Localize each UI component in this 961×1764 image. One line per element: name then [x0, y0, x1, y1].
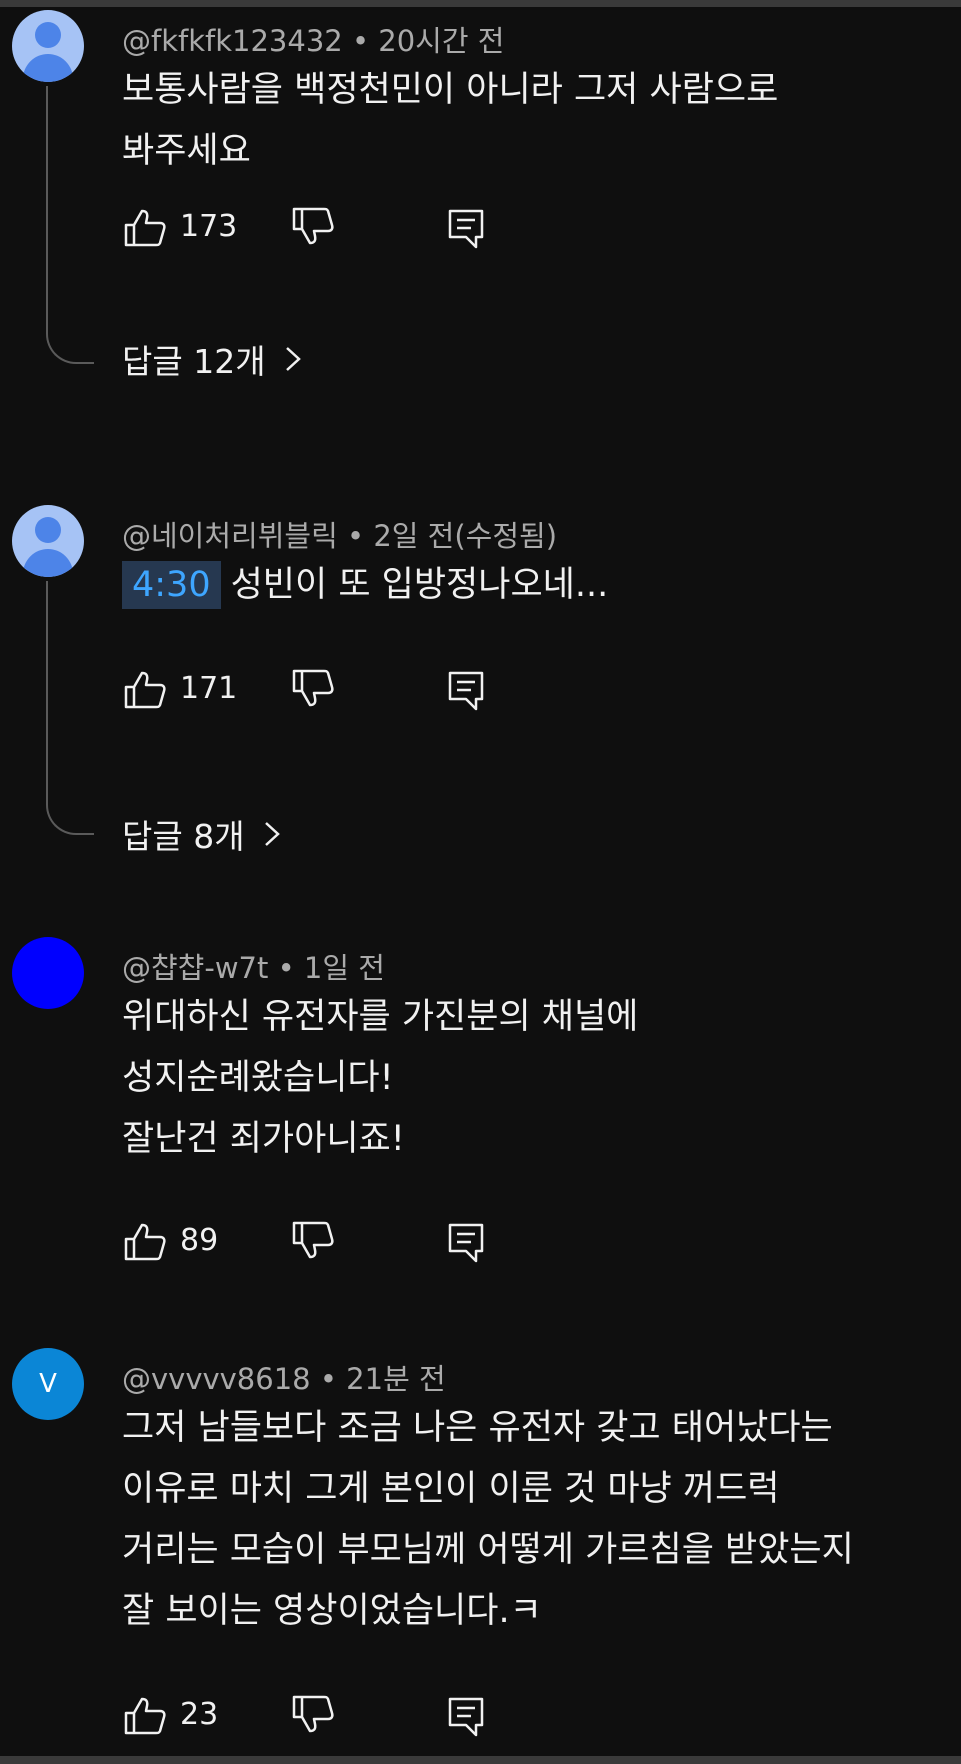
comment-text-line: 봐주세요 — [122, 131, 251, 171]
like-button[interactable] — [122, 1217, 170, 1265]
comment-text-line: 거리는 모습이 부모님께 어떻게 가르침을 받았는지 — [122, 1530, 854, 1570]
comment-author[interactable]: @vvvvv8618 — [122, 1362, 311, 1396]
like-count: 171 — [180, 671, 238, 706]
chevron-right-icon — [284, 342, 302, 381]
comment-text-line: 잘난건 죄가아니죠! — [122, 1119, 405, 1159]
like-count: 173 — [180, 209, 238, 244]
meta-separator: • — [346, 519, 365, 553]
meta-separator: • — [351, 24, 370, 58]
person-icon-head — [35, 22, 61, 48]
comment-meta: @챱챱-w7t • 1일 전 — [122, 945, 385, 987]
like-count: 23 — [180, 1697, 219, 1732]
comment-text: 그저 남들보다 조금 나은 유전자 갖고 태어났다는 이유로 마치 그게 본인이… — [122, 1398, 854, 1642]
comment-time[interactable]: 20시간 전 — [378, 24, 504, 58]
like-button[interactable] — [122, 1691, 170, 1739]
comment-text-line: 그저 남들보다 조금 나은 유전자 갖고 태어났다는 — [122, 1408, 833, 1448]
comment-author[interactable]: @네이처리뷔블릭 — [122, 519, 338, 553]
reply-button[interactable] — [442, 1691, 490, 1739]
thumbs-down-icon — [292, 207, 334, 245]
reply-icon — [448, 1697, 484, 1737]
comment-text-line: 이유로 마치 그게 본인이 이룬 것 마냥 꺼드럭 — [122, 1469, 780, 1509]
dislike-button[interactable] — [290, 665, 338, 713]
reply-icon — [448, 1223, 484, 1263]
reply-icon — [448, 209, 484, 249]
comment-meta: @vvvvv8618 • 21분 전 — [122, 1356, 446, 1398]
avatar[interactable] — [12, 505, 84, 577]
chevron-right-icon — [263, 817, 281, 856]
comment-time[interactable]: 21분 전 — [346, 1362, 445, 1396]
thumbs-down-icon — [292, 669, 334, 707]
comment-author[interactable]: @챱챱-w7t — [122, 951, 268, 985]
comment-text-line: 위대하신 유전자를 가진분의 채널에 — [122, 997, 639, 1037]
avatar[interactable] — [12, 937, 84, 1009]
comment-text-content: 성빈이 또 입방정나오네... — [230, 565, 609, 605]
reply-button[interactable] — [442, 1217, 490, 1265]
top-divider — [0, 0, 961, 7]
comment-time[interactable]: 2일 전(수정됨) — [373, 519, 557, 553]
view-replies-button[interactable]: 답글 12개 — [122, 335, 302, 383]
dislike-button[interactable] — [290, 1217, 338, 1265]
replies-label: 답글 8개 — [122, 817, 245, 856]
comment-text-line: 보통사람을 백정천민이 아니라 그저 사람으로 — [122, 70, 779, 110]
view-replies-button[interactable]: 답글 8개 — [122, 810, 281, 858]
thumbs-down-icon — [292, 1221, 334, 1259]
thumbs-up-icon — [124, 1697, 166, 1735]
bottom-divider — [0, 1756, 961, 1764]
avatar[interactable]: V — [12, 1348, 84, 1420]
thumbs-down-icon — [292, 1695, 334, 1733]
like-count: 89 — [180, 1223, 219, 1258]
dislike-button[interactable] — [290, 1691, 338, 1739]
meta-separator: • — [277, 951, 295, 985]
comment-text: 위대하신 유전자를 가진분의 채널에 성지순례왔습니다! 잘난건 죄가아니죠! — [122, 987, 638, 1170]
thumbs-up-icon — [124, 671, 166, 709]
like-button[interactable] — [122, 665, 170, 713]
replies-label: 답글 12개 — [122, 342, 266, 381]
avatar[interactable] — [12, 10, 84, 82]
comment-text-line: 잘 보이는 영상이었습니다.ㅋ — [122, 1591, 542, 1631]
like-button[interactable] — [122, 203, 170, 251]
comment-text-line: 4:30 성빈이 또 입방정나오네... — [122, 555, 608, 616]
thumbs-up-icon — [124, 1223, 166, 1261]
person-icon-body — [23, 54, 73, 82]
person-icon-head — [35, 517, 61, 543]
thumbs-up-icon — [124, 209, 166, 247]
timestamp-link[interactable]: 4:30 — [122, 561, 221, 609]
dislike-button[interactable] — [290, 203, 338, 251]
comment-text: 4:30 성빈이 또 입방정나오네... — [122, 555, 608, 616]
comment-author[interactable]: @fkfkfk123432 — [122, 24, 343, 58]
reply-icon — [448, 671, 484, 711]
reply-button[interactable] — [442, 665, 490, 713]
reply-button[interactable] — [442, 203, 490, 251]
reply-thread-line — [46, 86, 94, 364]
comment-meta: @fkfkfk123432 • 20시간 전 — [122, 18, 504, 60]
comment-text-line: 성지순례왔습니다! — [122, 1058, 394, 1098]
comment-time[interactable]: 1일 전 — [304, 951, 385, 985]
person-icon-body — [23, 549, 73, 577]
avatar-letter: V — [39, 1369, 57, 1399]
reply-thread-line — [46, 581, 94, 835]
comment-text: 보통사람을 백정천민이 아니라 그저 사람으로 봐주세요 — [122, 60, 778, 182]
meta-separator: • — [319, 1362, 337, 1396]
comment-meta: @네이처리뷔블릭 • 2일 전(수정됨) — [122, 513, 557, 555]
